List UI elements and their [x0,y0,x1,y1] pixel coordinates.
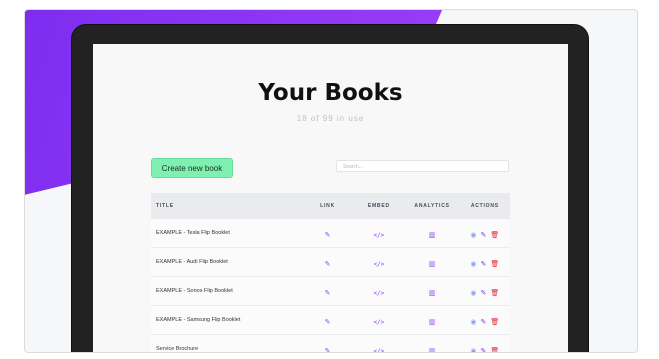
pin-icon[interactable]: ✎ [325,347,331,352]
header-analytics: ANALYTICS [414,203,450,209]
table-row: EXAMPLE - Samsung Flip Booklet ✎ </> ▥ ◉… [151,306,510,335]
eye-icon[interactable]: ◉ [470,347,476,352]
book-title: EXAMPLE - Audi Flip Booklet [156,259,228,265]
book-title: EXAMPLE - Tesla Flip Booklet [156,230,230,236]
laptop-screen: Your Books 18 of 99 in use Create new bo… [93,44,568,352]
chart-icon[interactable]: ▥ [429,318,436,326]
code-icon[interactable]: </> [373,290,384,297]
chart-icon[interactable]: ▥ [429,347,436,352]
book-title: EXAMPLE - Samsung Flip Booklet [156,317,241,323]
pencil-icon[interactable]: ✎ [481,318,487,326]
table-row: EXAMPLE - Sonos Flip Booklet ✎ </> ▥ ◉ ✎ 🗑 [151,277,510,306]
books-table: TITLE LINK EMBED ANALYTICS ACTIONS EXAMP… [151,193,510,352]
pencil-icon[interactable]: ✎ [481,231,487,239]
code-icon[interactable]: </> [373,261,384,268]
table-row: Service Brochure ✎ </> ▥ ◉ ✎ 🗑 [151,335,510,352]
promo-frame: Your Books 18 of 99 in use Create new bo… [24,9,638,353]
code-icon[interactable]: </> [373,232,384,239]
pin-icon[interactable]: ✎ [325,260,331,268]
eye-icon[interactable]: ◉ [470,231,476,239]
book-title: EXAMPLE - Sonos Flip Booklet [156,288,233,294]
pencil-icon[interactable]: ✎ [481,260,487,268]
pin-icon[interactable]: ✎ [325,289,331,297]
chart-icon[interactable]: ▥ [429,260,436,268]
eye-icon[interactable]: ◉ [470,318,476,326]
page-title: Your Books [258,80,403,106]
pencil-icon[interactable]: ✎ [481,347,487,352]
search-input[interactable]: Search... [336,160,509,172]
table-header: TITLE LINK EMBED ANALYTICS ACTIONS [151,193,510,219]
trash-icon[interactable]: 🗑 [490,318,499,326]
usage-count: 18 of 99 in use [296,114,365,123]
table-row: EXAMPLE - Audi Flip Booklet ✎ </> ▥ ◉ ✎ 🗑 [151,248,510,277]
chart-icon[interactable]: ▥ [429,289,436,297]
chart-icon[interactable]: ▥ [429,231,436,239]
header-title: TITLE [156,203,174,209]
header-actions: ACTIONS [470,203,499,209]
eye-icon[interactable]: ◉ [470,260,476,268]
trash-icon[interactable]: 🗑 [490,260,499,268]
code-icon[interactable]: </> [373,319,384,326]
table-row: EXAMPLE - Tesla Flip Booklet ✎ </> ▥ ◉ ✎ 🗑 [151,219,510,248]
trash-icon[interactable]: 🗑 [490,289,499,297]
header-link: LINK [320,203,336,209]
pencil-icon[interactable]: ✎ [481,289,487,297]
code-icon[interactable]: </> [373,348,384,352]
trash-icon[interactable]: 🗑 [490,231,499,239]
book-title: Service Brochure [156,346,199,352]
trash-icon[interactable]: 🗑 [490,347,499,352]
header-embed: EMBED [367,203,390,209]
pin-icon[interactable]: ✎ [325,231,331,239]
eye-icon[interactable]: ◉ [470,289,476,297]
create-book-button[interactable]: Create new book [151,158,233,178]
pin-icon[interactable]: ✎ [325,318,331,326]
